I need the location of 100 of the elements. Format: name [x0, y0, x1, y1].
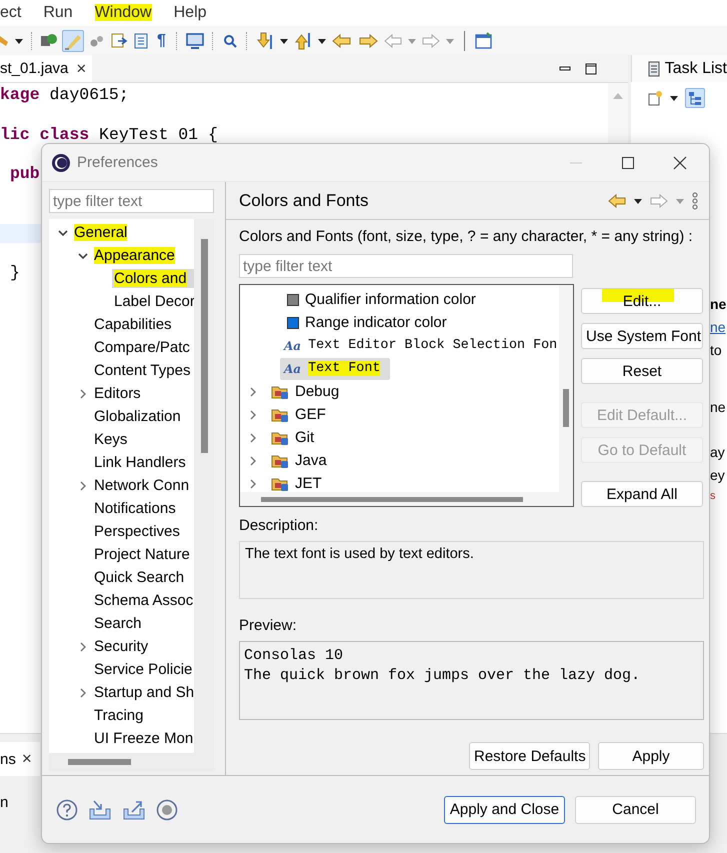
description-text: The text font is used by text editors. [239, 541, 704, 599]
code-line: } [10, 263, 20, 283]
folder-icon [271, 430, 289, 446]
pilcrow-icon[interactable]: ¶ [154, 32, 169, 50]
instruction-text: Colors and Fonts (font, size, type, ? = any character, * = any string) : [239, 228, 694, 247]
tree-item[interactable]: Tracing [49, 704, 194, 727]
code-line: pub [10, 164, 40, 184]
scrollbar-thumb[interactable] [563, 389, 569, 427]
tree-item[interactable]: Content Types [49, 359, 194, 382]
tree-item[interactable]: Java [268, 450, 330, 471]
editor-tab[interactable]: st_01.java × [0, 55, 92, 82]
tree-item[interactable]: Notifications [49, 497, 194, 520]
text-label: s [710, 490, 716, 504]
tree-item[interactable]: Link Handlers [49, 451, 194, 474]
highlighter-toggle[interactable] [62, 30, 84, 52]
tree-item[interactable]: Appearance [49, 244, 194, 267]
tree-item[interactable]: Debug [268, 381, 342, 402]
folder-icon [271, 384, 289, 400]
tree-item[interactable]: Git [268, 427, 318, 448]
tree-item[interactable]: Startup and Sh [49, 681, 194, 704]
menu-item[interactable]: Help [174, 4, 217, 22]
tree-item[interactable]: Colors and [49, 267, 194, 290]
window-icon[interactable] [474, 32, 494, 50]
description-label: Description: [239, 517, 320, 536]
tree-item[interactable]: JET [268, 473, 325, 492]
back-arrow-icon[interactable] [607, 192, 627, 208]
tree-item[interactable]: Security [49, 635, 194, 658]
apply-button[interactable]: Apply [598, 742, 704, 770]
task-list-tab[interactable]: Task List [630, 55, 727, 82]
arrow-down-icon[interactable] [254, 30, 275, 50]
hierarchy-toggle[interactable] [684, 88, 705, 108]
forward-arrow-icon[interactable] [649, 192, 669, 208]
preview-label: Preview: [239, 617, 298, 636]
help-icon[interactable] [56, 798, 78, 820]
tree-item[interactable]: Capabilities [49, 313, 194, 336]
tree-item[interactable]: GEF [268, 404, 329, 425]
close-icon[interactable]: × [22, 749, 32, 769]
arrow-right-icon[interactable] [420, 32, 441, 50]
tree-item[interactable]: Globalization [49, 405, 194, 428]
tree-item[interactable]: Search [49, 612, 194, 635]
code-line: lic class KeyTest 01 { [0, 124, 218, 144]
tree-item[interactable]: Project Nature [49, 543, 194, 566]
dialog-button[interactable]: Cancel [575, 796, 696, 824]
scrollbar-thumb[interactable] [200, 239, 208, 453]
tree-item[interactable]: Range indicator color [284, 312, 450, 333]
text-label: to [710, 342, 722, 360]
action-button[interactable]: Use System Font [581, 323, 703, 349]
tree-item[interactable]: Quick Search [49, 566, 194, 589]
import-icon[interactable] [88, 798, 112, 820]
folder-icon [271, 476, 289, 492]
dialog-button[interactable]: Apply and Close [444, 796, 565, 824]
view-tab[interactable]: ns × [0, 742, 40, 776]
filter-field[interactable]: type filter text [239, 254, 573, 278]
document-icon[interactable] [132, 32, 150, 50]
menu-item[interactable]: Run [43, 4, 83, 22]
text-label: ey [710, 467, 725, 485]
scrollbar-thumb[interactable] [261, 496, 523, 502]
tree-item[interactable]: UI Freeze Mon [49, 727, 194, 750]
close-icon[interactable] [673, 156, 687, 170]
tree-item[interactable]: Perspectives [49, 520, 194, 543]
document-icon[interactable] [110, 32, 128, 50]
close-icon[interactable]: × [76, 58, 86, 78]
clipboard-icon [648, 60, 660, 76]
tree-item[interactable]: Aa Text Font [280, 358, 390, 380]
tree-item[interactable]: Network Conn [49, 474, 194, 497]
arrow-up-icon[interactable] [292, 30, 313, 50]
filter-field[interactable]: type filter text [49, 189, 214, 213]
action-button[interactable]: Reset [581, 358, 703, 384]
tree-item[interactable]: Schema Associ [49, 589, 194, 612]
tree-item[interactable]: Keys [49, 428, 194, 451]
tree-item[interactable]: Qualifier information color [284, 289, 479, 310]
action-button[interactable]: Expand All [581, 481, 703, 507]
arrow-left-icon[interactable] [330, 32, 353, 50]
preview-text: Consolas 10 [244, 647, 344, 666]
scrollbar-thumb[interactable] [68, 759, 131, 765]
tree-item[interactable]: Aa Text Editor Block Selection Fon [280, 334, 559, 356]
arrow-right-icon[interactable] [356, 32, 379, 50]
window-title: Preferences [77, 154, 159, 171]
maximize-icon[interactable] [584, 62, 598, 76]
caret-icon[interactable] [668, 93, 679, 103]
tree-item[interactable]: Editors [49, 382, 194, 405]
tree-item[interactable]: Service Policie [49, 658, 194, 681]
hierarchy-icon [686, 90, 703, 106]
eclipse-icon [51, 152, 71, 172]
more-icon[interactable] [691, 192, 699, 210]
link[interactable]: ne [710, 319, 726, 342]
tree-item[interactable]: General [49, 221, 194, 244]
tree-item[interactable]: Compare/Patc [49, 336, 194, 359]
folder-icon [271, 452, 289, 468]
page-title: Colors and Fonts [239, 190, 370, 210]
text-label: ay [710, 444, 725, 462]
maximize-icon[interactable] [621, 156, 635, 170]
arrow-left-icon[interactable] [382, 32, 403, 50]
export-icon[interactable] [122, 798, 146, 820]
folder-icon [271, 406, 289, 422]
record-icon[interactable] [156, 798, 178, 820]
restore-defaults-button[interactable]: Restore Defaults [469, 742, 590, 770]
new-task-icon[interactable] [646, 90, 663, 106]
monitor-icon[interactable] [184, 32, 205, 50]
menu-item[interactable]: ect [0, 4, 32, 22]
